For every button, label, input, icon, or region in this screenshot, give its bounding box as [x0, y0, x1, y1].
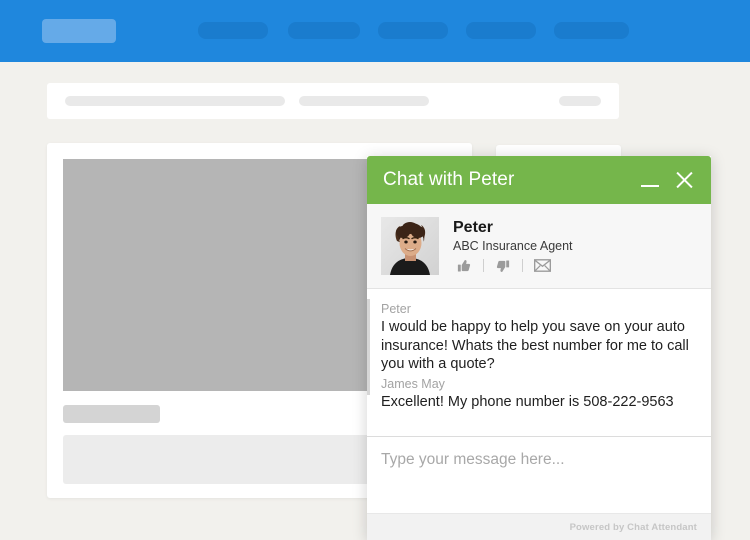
nav-item-placeholder-2[interactable]: [288, 22, 360, 39]
site-navbar: [0, 0, 750, 62]
avatar: [381, 217, 439, 275]
message-input[interactable]: [381, 451, 695, 469]
minimize-icon[interactable]: [637, 167, 663, 193]
action-separator-1: [483, 259, 484, 272]
chat-title: Chat with Peter: [383, 169, 637, 191]
powered-by-label: Powered by Chat Attendant: [570, 522, 697, 533]
action-separator-2: [522, 259, 523, 272]
agent-name: Peter: [453, 219, 697, 237]
thumbs-up-icon[interactable]: [453, 258, 475, 274]
message-text: I would be happy to help you save on you…: [381, 318, 695, 374]
search-field-placeholder[interactable]: [65, 96, 285, 106]
agent-meta: Peter ABC Insurance Agent: [453, 219, 697, 274]
search-button-placeholder[interactable]: [559, 96, 601, 106]
nav-item-placeholder-5[interactable]: [554, 22, 629, 39]
nav-item-placeholder-4[interactable]: [466, 22, 536, 39]
nav-item-placeholder-1[interactable]: [198, 22, 268, 39]
message-author: James May: [381, 376, 695, 393]
message-composer: [367, 436, 711, 513]
message-item: James May Excellent! My phone number is …: [381, 376, 695, 412]
agent-role: ABC Insurance Agent: [453, 238, 697, 254]
close-icon[interactable]: [671, 167, 697, 193]
site-logo-placeholder[interactable]: [42, 19, 116, 43]
chat-footer: Powered by Chat Attendant: [367, 513, 711, 540]
thumbs-down-icon[interactable]: [492, 258, 514, 274]
agent-actions: [453, 258, 697, 274]
message-scrollbar[interactable]: [367, 299, 370, 395]
message-item: Peter I would be happy to help you save …: [381, 301, 695, 374]
filter-field-placeholder[interactable]: [299, 96, 429, 106]
chat-widget: Chat with Peter: [367, 156, 711, 540]
envelope-icon[interactable]: [531, 258, 553, 274]
message-author: Peter: [381, 301, 695, 318]
nav-item-placeholder-3[interactable]: [378, 22, 448, 39]
caption-placeholder: [63, 405, 160, 423]
agent-info-panel: Peter ABC Insurance Agent: [367, 204, 711, 289]
message-text: Excellent! My phone number is 508-222-95…: [381, 393, 695, 412]
message-list[interactable]: Peter I would be happy to help you save …: [367, 289, 711, 436]
search-card: [47, 83, 619, 119]
chat-header: Chat with Peter: [367, 156, 711, 204]
